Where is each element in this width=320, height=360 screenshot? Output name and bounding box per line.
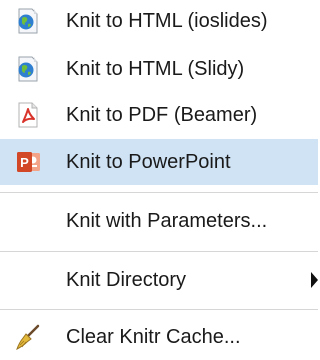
menu-item-knit-with-parameters[interactable]: Knit with Parameters... xyxy=(0,198,318,244)
menu-item-label: Clear Knitr Cache... xyxy=(66,326,241,348)
menu-separator xyxy=(0,192,318,193)
menu-item-knit-powerpoint[interactable]: P Knit to PowerPoint xyxy=(0,139,318,185)
svg-text:P: P xyxy=(20,155,29,170)
menu-item-knit-html-slidy[interactable]: Knit to HTML (Slidy) xyxy=(0,46,318,92)
html-globe-icon xyxy=(14,7,42,35)
menu-item-label: Knit to PDF (Beamer) xyxy=(66,104,258,126)
menu-separator xyxy=(0,251,318,252)
broom-icon xyxy=(14,323,42,351)
menu-item-knit-pdf-beamer[interactable]: Knit to PDF (Beamer) xyxy=(0,92,318,138)
menu-item-label: Knit to PowerPoint xyxy=(66,151,231,173)
powerpoint-icon: P xyxy=(14,148,42,176)
menu-item-label: Knit to HTML (Slidy) xyxy=(66,58,245,80)
menu-item-label: Knit with Parameters... xyxy=(66,210,268,232)
menu-item-clear-knitr-cache[interactable]: Clear Knitr Cache... xyxy=(0,314,318,360)
menu-item-knit-directory[interactable]: Knit Directory xyxy=(0,257,318,303)
pdf-icon xyxy=(14,101,42,129)
html-globe-icon xyxy=(14,55,42,83)
menu-item-label: Knit Directory xyxy=(66,269,187,291)
menu-item-knit-html-ioslides[interactable]: Knit to HTML (ioslides) xyxy=(0,0,318,44)
menu-item-label: Knit to HTML (ioslides) xyxy=(66,10,268,32)
submenu-arrow-icon xyxy=(311,272,318,288)
menu-separator xyxy=(0,309,318,310)
knit-dropdown-menu: Knit to HTML (ioslides) Knit to HTML (Sl… xyxy=(0,0,318,350)
